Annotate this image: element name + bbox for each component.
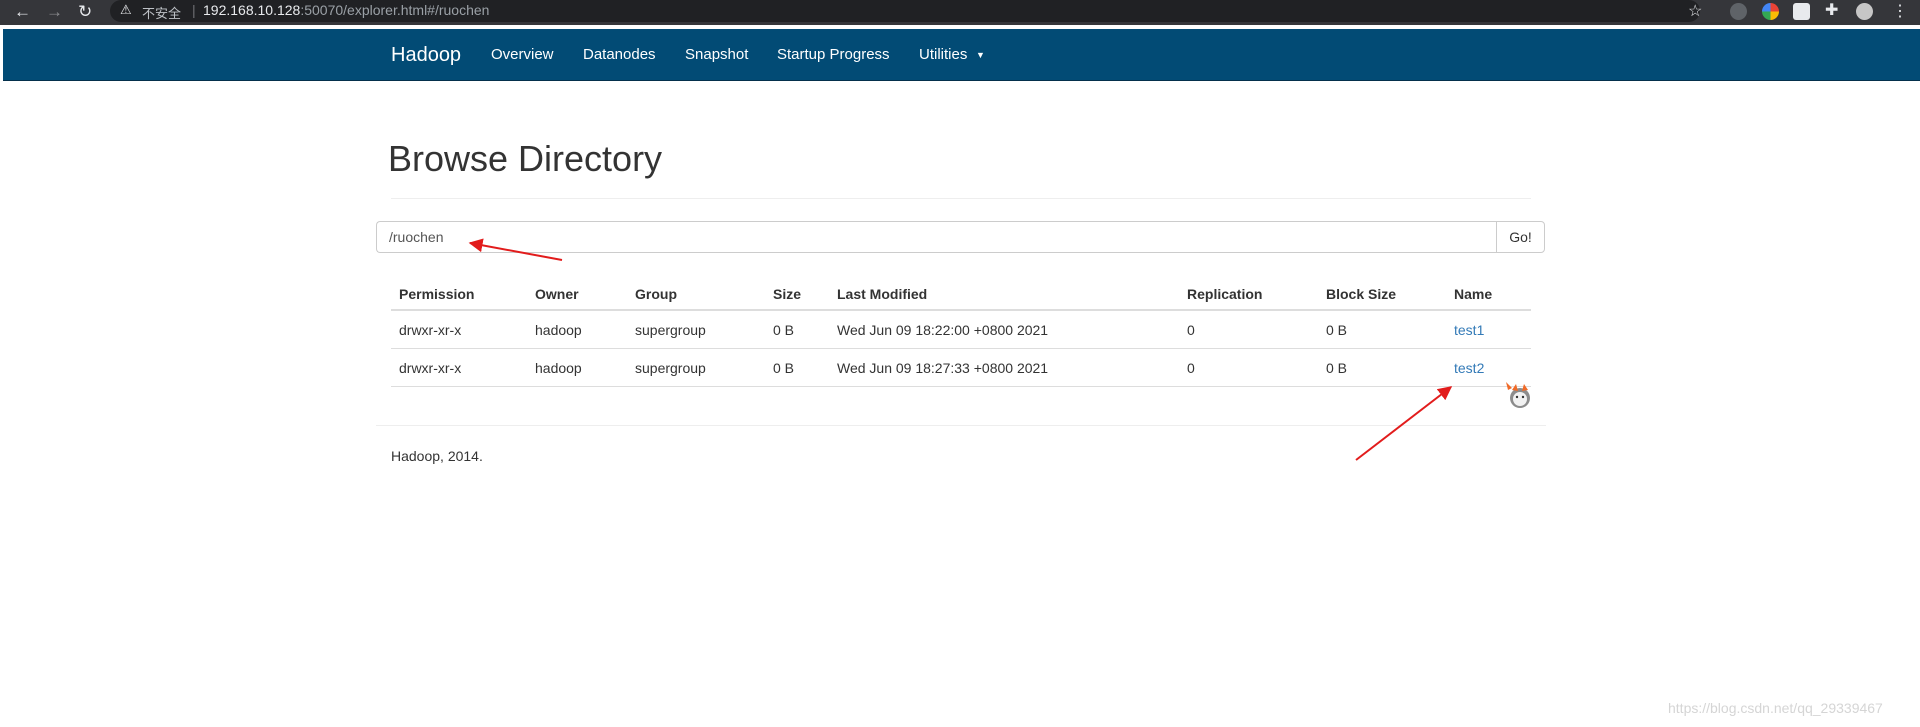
forward-arrow-icon[interactable]: → bbox=[46, 2, 63, 22]
back-arrow-icon[interactable]: ← bbox=[14, 2, 31, 22]
cell-group: supergroup bbox=[627, 310, 765, 349]
extension-face-icon[interactable] bbox=[1793, 3, 1810, 20]
cell-permission: drwxr-xr-x bbox=[391, 310, 527, 349]
footer-text: Hadoop, 2014. bbox=[391, 448, 483, 464]
cell-owner: hadoop bbox=[527, 348, 627, 387]
nav-utilities[interactable]: Utilities bbox=[919, 46, 967, 63]
table-row: drwxr-xr-x hadoop supergroup 0 B Wed Jun… bbox=[391, 348, 1531, 387]
bookmark-star-icon[interactable]: ☆ bbox=[1688, 1, 1702, 21]
warning-icon[interactable]: ⚠ bbox=[120, 2, 132, 18]
extensions-puzzle-icon[interactable]: ✚ bbox=[1825, 0, 1838, 20]
directory-path-input[interactable] bbox=[376, 221, 1496, 253]
url-host: 192.168.10.128 bbox=[203, 2, 301, 18]
watermark-text: https://blog.csdn.net/qq_29339467 bbox=[1668, 700, 1883, 716]
directory-table: Permission Owner Group Size Last Modifie… bbox=[391, 270, 1531, 387]
go-button[interactable]: Go! bbox=[1496, 221, 1545, 253]
cell-last-modified: Wed Jun 09 18:22:00 +0800 2021 bbox=[829, 310, 1179, 349]
table-row: drwxr-xr-x hadoop supergroup 0 B Wed Jun… bbox=[391, 310, 1531, 349]
cell-replication: 0 bbox=[1179, 348, 1318, 387]
nav-overview[interactable]: Overview bbox=[491, 46, 554, 63]
reload-icon[interactable]: ↻ bbox=[78, 2, 92, 22]
header-group[interactable]: Group bbox=[627, 270, 765, 311]
cell-size: 0 B bbox=[765, 348, 829, 387]
directory-table-wrapper: Permission Owner Group Size Last Modifie… bbox=[391, 270, 1531, 387]
header-last-modified[interactable]: Last Modified bbox=[829, 270, 1179, 311]
table-header-row: Permission Owner Group Size Last Modifie… bbox=[391, 270, 1531, 311]
caret-down-icon[interactable]: ▼ bbox=[976, 50, 985, 60]
annotation-arrow-test2 bbox=[1355, 386, 1453, 461]
mascot-sticker-icon bbox=[1506, 382, 1530, 408]
cell-block-size: 0 B bbox=[1318, 310, 1446, 349]
page-title: Browse Directory bbox=[388, 138, 663, 179]
title-divider bbox=[391, 198, 1531, 199]
header-owner[interactable]: Owner bbox=[527, 270, 627, 311]
cell-permission: drwxr-xr-x bbox=[391, 348, 527, 387]
header-replication[interactable]: Replication bbox=[1179, 270, 1318, 311]
extension-color-icon[interactable] bbox=[1762, 3, 1779, 20]
extension-bulb-icon[interactable] bbox=[1730, 3, 1747, 20]
header-block-size[interactable]: Block Size bbox=[1318, 270, 1446, 311]
browser-toolbar: ← → ↻ ⚠ 不安全 | 192.168.10.128:50070/explo… bbox=[0, 0, 1920, 25]
file-link-test1[interactable]: test1 bbox=[1454, 322, 1484, 338]
cell-replication: 0 bbox=[1179, 310, 1318, 349]
navbar-brand[interactable]: Hadoop bbox=[391, 44, 461, 67]
header-name[interactable]: Name bbox=[1446, 270, 1531, 311]
nav-startup-progress[interactable]: Startup Progress bbox=[777, 46, 890, 63]
browser-menu-icon[interactable]: ⋮ bbox=[1892, 1, 1908, 21]
footer-divider bbox=[376, 425, 1546, 426]
cell-size: 0 B bbox=[765, 310, 829, 349]
profile-avatar[interactable] bbox=[1856, 3, 1873, 20]
cell-group: supergroup bbox=[627, 348, 765, 387]
url-text[interactable]: 192.168.10.128:50070/explorer.html#/ruoc… bbox=[203, 2, 489, 18]
file-link-test2[interactable]: test2 bbox=[1454, 360, 1484, 376]
address-separator: | bbox=[192, 2, 196, 18]
cell-name: test1 bbox=[1446, 310, 1531, 349]
nav-datanodes[interactable]: Datanodes bbox=[583, 46, 656, 63]
cell-owner: hadoop bbox=[527, 310, 627, 349]
header-size[interactable]: Size bbox=[765, 270, 829, 311]
nav-snapshot[interactable]: Snapshot bbox=[685, 46, 748, 63]
cell-last-modified: Wed Jun 09 18:27:33 +0800 2021 bbox=[829, 348, 1179, 387]
cell-block-size: 0 B bbox=[1318, 348, 1446, 387]
insecure-label: 不安全 bbox=[142, 6, 182, 21]
navbar: Hadoop Overview Datanodes Snapshot Start… bbox=[3, 29, 1920, 81]
header-permission[interactable]: Permission bbox=[391, 270, 527, 311]
url-path: :50070/explorer.html#/ruochen bbox=[300, 2, 490, 18]
